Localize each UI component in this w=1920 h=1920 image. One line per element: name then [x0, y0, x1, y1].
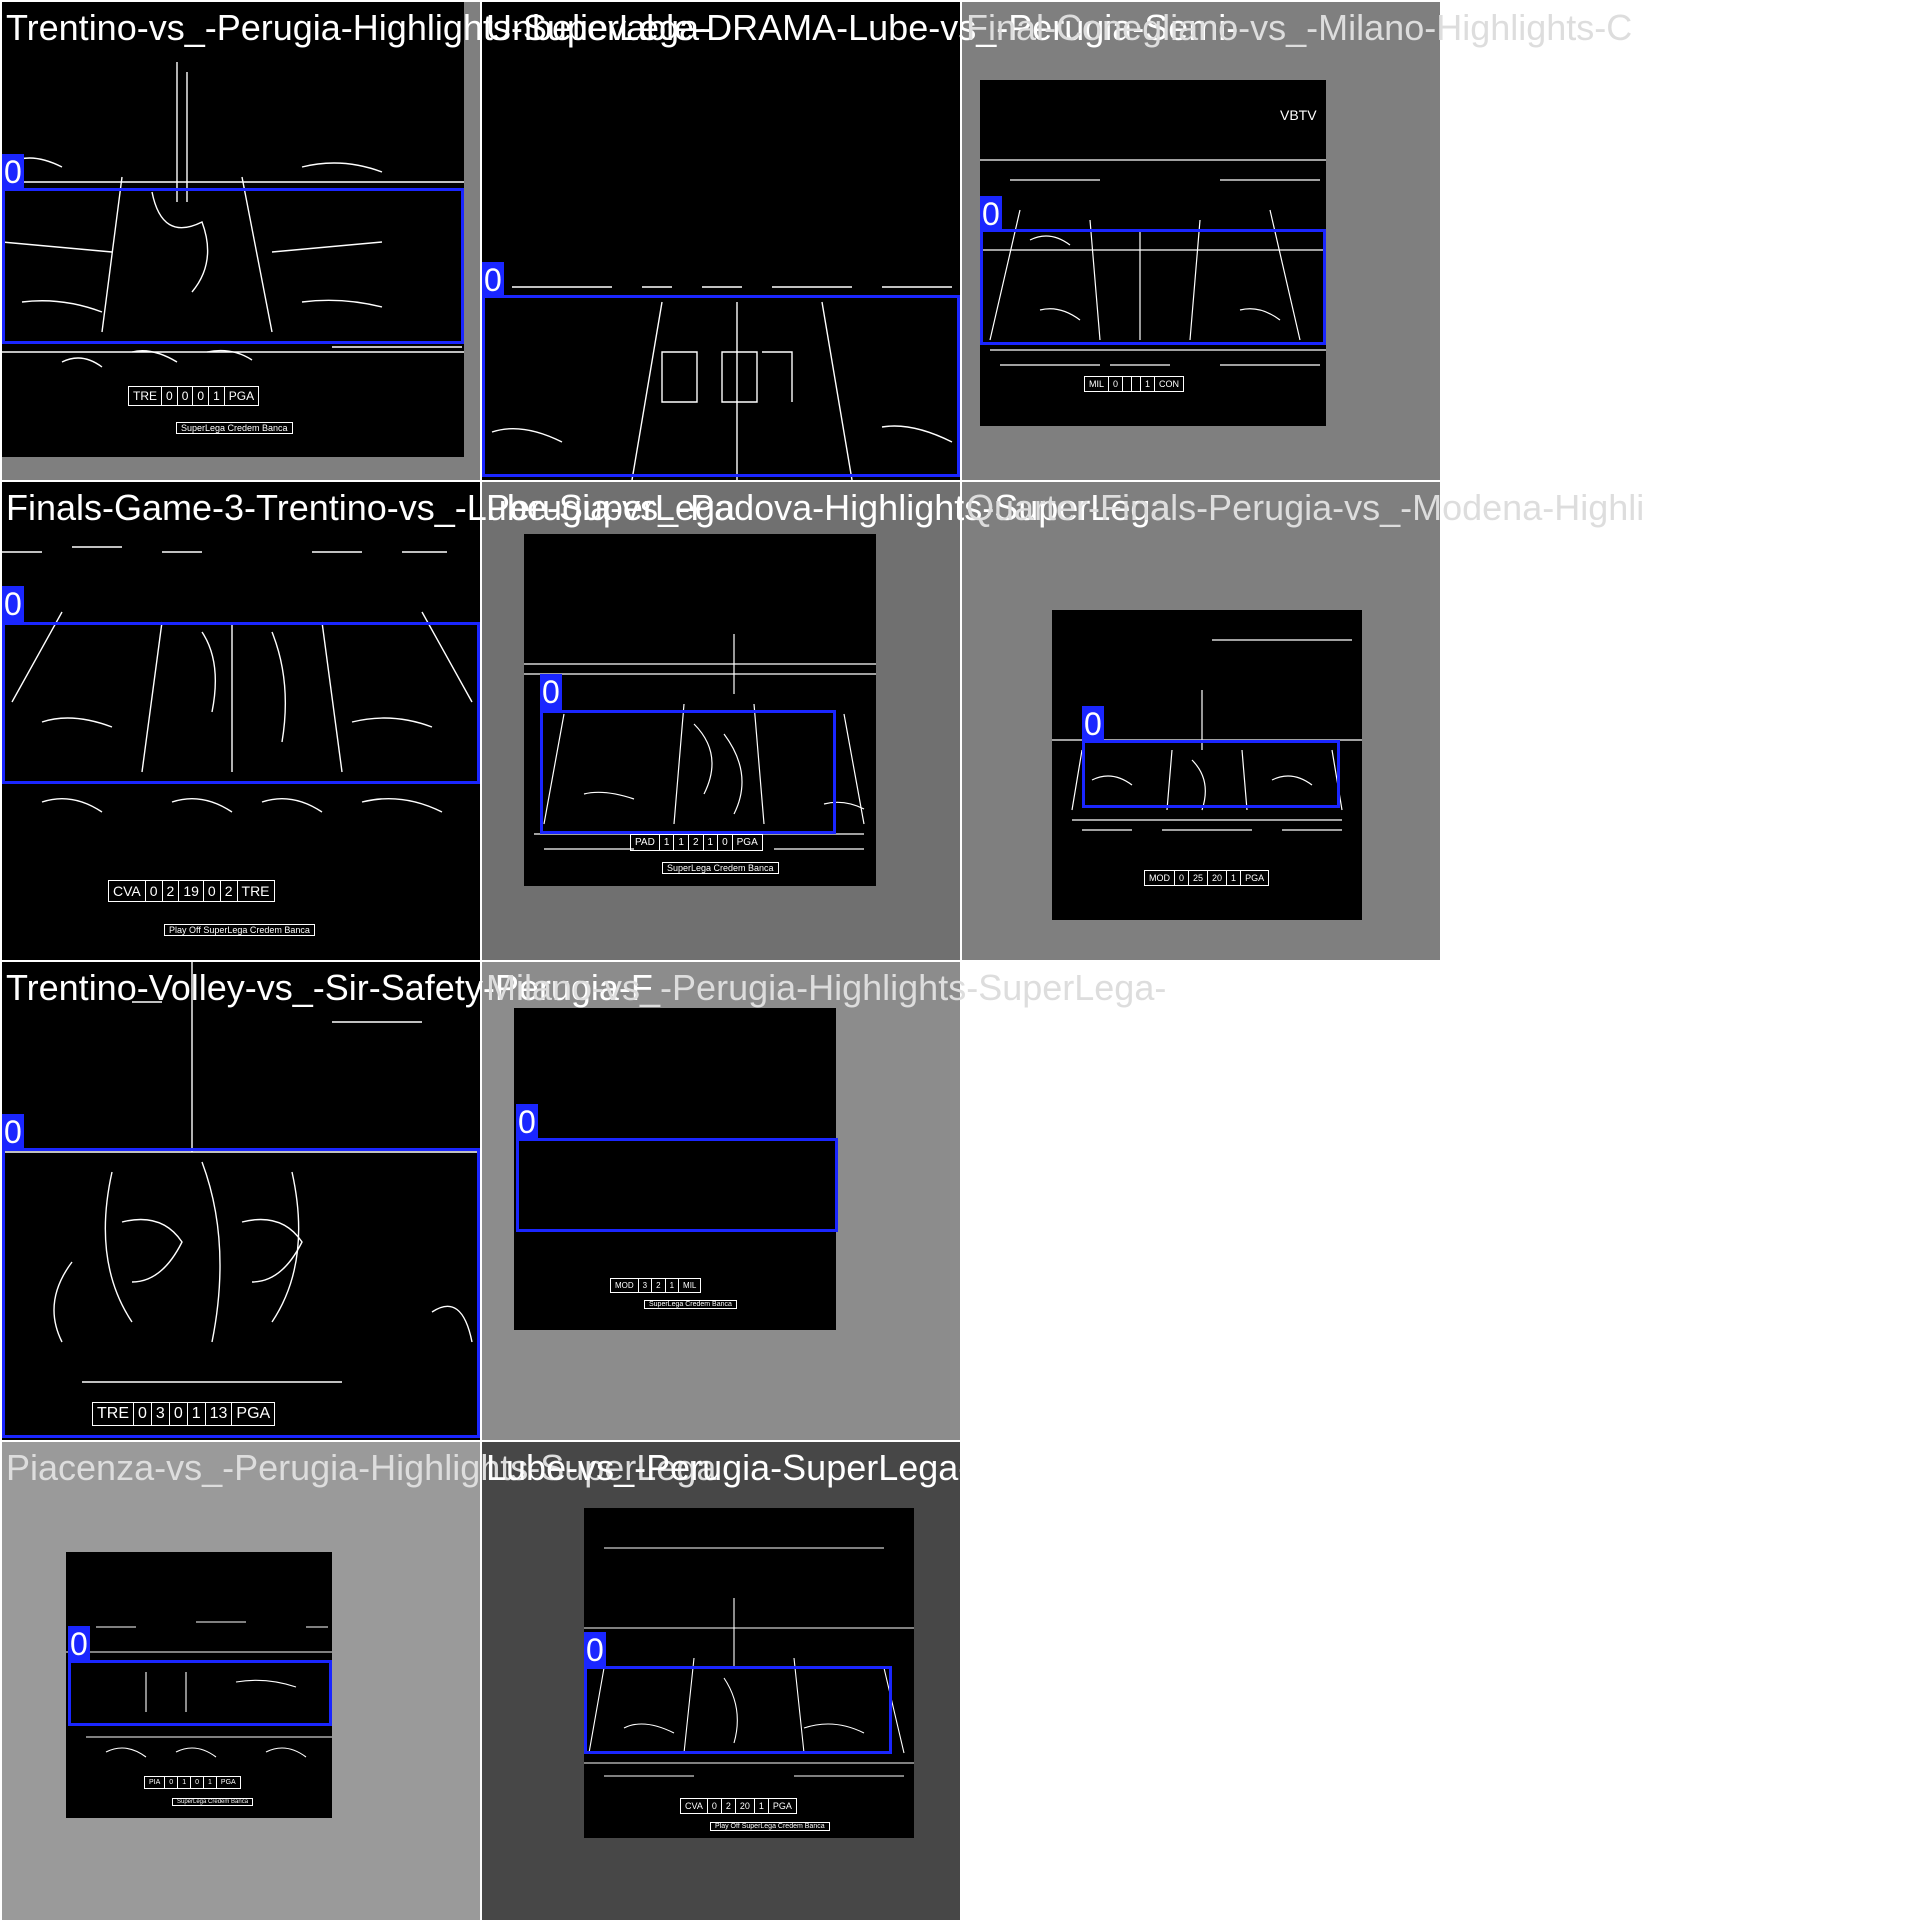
score-cell: 1: [209, 387, 225, 405]
score-cell: PGA: [736, 837, 758, 848]
score-cell: 1: [755, 1799, 769, 1813]
class-label: 0: [516, 1104, 538, 1140]
score-cell: PGA: [1245, 873, 1265, 883]
bounding-box: [1082, 740, 1340, 808]
bounding-box: [482, 295, 960, 477]
scoreboard: CVA 0 2 19 0 2 TRE: [108, 880, 275, 902]
score-cell: CON: [1159, 379, 1180, 389]
score-cell: 2: [722, 1799, 736, 1813]
bounding-box: [2, 622, 480, 784]
score-cell: 2: [689, 835, 704, 850]
score-cell: PAD: [631, 835, 660, 850]
score-cell: 1: [666, 1279, 680, 1292]
mosaic-tile-5: PAD 1 1 2 1 0 PGA SuperLega Credem Banca…: [482, 482, 1170, 960]
scoreboard: PIA 0 1 0 1 PGA: [144, 1776, 241, 1789]
score-cell: 1: [660, 835, 675, 850]
mosaic-tile-3: VBTV MIL 0 1 CON 0 Final-Conegliano-vs_-…: [962, 2, 1632, 480]
bounding-box: [980, 229, 1326, 345]
score-cell: TRE: [129, 387, 162, 405]
score-cell: 1: [704, 835, 719, 850]
class-label: 0: [980, 196, 1002, 232]
score-cell: 0: [178, 387, 194, 405]
score-cell: [1132, 377, 1142, 391]
score-cell: PGA: [220, 1779, 236, 1786]
score-cell: 20: [736, 1799, 755, 1813]
score-cell: PGA: [228, 389, 255, 403]
score-cell: [1123, 377, 1133, 391]
score-cell: 0: [1109, 377, 1124, 391]
mosaic-tile-9: PIA 0 1 0 1 PGA SuperLega Credem Banca 0…: [2, 1442, 716, 1920]
score-cell: 2: [163, 881, 180, 901]
score-cell: 0: [146, 881, 163, 901]
score-cell: 0: [1175, 871, 1190, 885]
score-cell: 1: [674, 835, 689, 850]
class-label: 0: [2, 154, 24, 190]
bounding-box: [540, 710, 836, 834]
score-cell: 19: [179, 881, 204, 901]
bounding-box: [2, 188, 464, 344]
bounding-box: [2, 1148, 480, 1438]
score-caption: Play Off SuperLega Credem Banca: [164, 924, 315, 936]
mosaic-tile-10: CVA 0 2 20 1 PGA Play Off SuperLega Cred…: [482, 1442, 1190, 1920]
score-caption: SuperLega Credem Banca: [172, 1798, 254, 1806]
score-cell: 0: [193, 387, 210, 405]
score-cell: 3: [639, 1279, 653, 1292]
class-label: 0: [482, 262, 504, 298]
score-cell: 25: [1189, 871, 1209, 885]
score-cell: MIL: [683, 1281, 697, 1290]
class-label: 0: [540, 674, 562, 710]
score-cell: CVA: [681, 1799, 708, 1813]
score-cell: 1: [178, 1777, 192, 1788]
scoreboard: MIL 0 1 CON: [1084, 376, 1185, 392]
score-cell: 0: [204, 881, 221, 901]
score-cell: PGA: [772, 1801, 792, 1811]
score-cell: TRE: [241, 883, 270, 899]
class-label: 0: [2, 586, 24, 622]
score-cell: 0: [708, 1799, 722, 1813]
scoreboard: MOD 0 25 20 1 PGA: [1144, 870, 1270, 886]
score-cell: 0: [191, 1777, 205, 1788]
mosaic-tile-8: MOD 3 2 1 MIL SuperLega Credem Banca 0 M…: [482, 962, 1166, 1440]
score-caption: Play Off SuperLega Credem Banca: [710, 1822, 830, 1831]
score-caption: SuperLega Credem Banca: [644, 1300, 737, 1309]
score-cell: 2: [652, 1279, 666, 1292]
score-cell: 1: [1141, 377, 1156, 391]
bounding-box: [516, 1138, 838, 1232]
score-cell: PIA: [145, 1777, 166, 1788]
mosaic-tile-6: MOD 0 25 20 1 PGA 0 Quarter-Finals-Perug…: [962, 482, 1644, 960]
scoreboard: MOD 3 2 1 MIL: [610, 1278, 702, 1293]
scoreboard: CVA 0 2 20 1 PGA: [680, 1798, 797, 1814]
mosaic-tile-2: 0 Unbelievable-DRAMA-Lube-vs_-Perugia-Se…: [482, 2, 1238, 480]
score-cell: 0: [162, 387, 178, 405]
score-caption: SuperLega Credem Banca: [176, 422, 293, 434]
class-label: 0: [584, 1632, 606, 1668]
scoreboard: TRE 0 0 0 1 PGA: [128, 386, 260, 406]
watermark-text: VBTV: [1280, 107, 1317, 123]
score-cell: 1: [1227, 871, 1242, 885]
class-label: 0: [68, 1626, 90, 1662]
mosaic-tile-7: TRE 0 3 0 1 13 PGA 0 Trentino-Volley-vs_…: [2, 962, 653, 1440]
score-cell: CVA: [109, 881, 146, 901]
score-cell: 0: [165, 1777, 179, 1788]
bounding-box: [584, 1666, 892, 1754]
score-cell: 0: [718, 835, 733, 850]
scoreboard: PAD 1 1 2 1 0 PGA: [630, 834, 763, 851]
bounding-box: [68, 1660, 332, 1726]
score-cell: MOD: [1145, 871, 1175, 885]
mosaic-tile-4: CVA 0 2 19 0 2 TRE Play Off SuperLega Cr…: [2, 482, 735, 960]
score-cell: MOD: [611, 1279, 639, 1292]
mosaic-tile-1: TRE 0 0 0 1 PGA SuperLega Credem Banca 0…: [2, 2, 711, 480]
class-label: 0: [2, 1114, 24, 1150]
score-cell: 20: [1208, 871, 1228, 885]
score-cell: 1: [204, 1777, 217, 1788]
score-cell: MIL: [1085, 377, 1110, 391]
class-label: 0: [1082, 706, 1104, 742]
score-cell: 2: [221, 881, 238, 901]
score-caption: SuperLega Credem Banca: [662, 862, 779, 874]
